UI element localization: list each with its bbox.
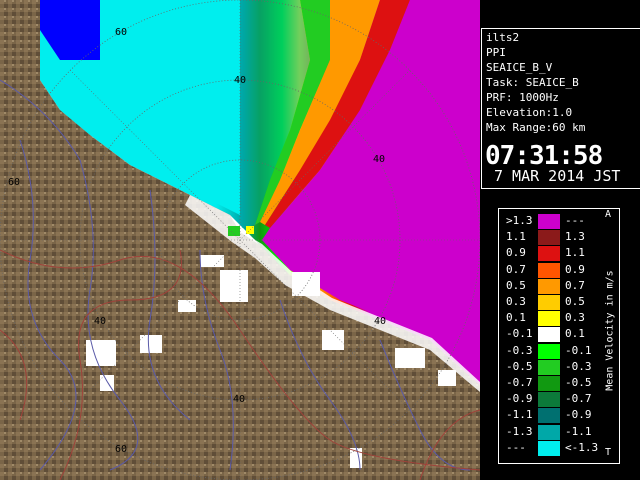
max-range-value: Max Range:60 km [486, 121, 586, 134]
legend-row: -1.1 -0.9 [499, 407, 603, 424]
elevation-value: Elevation:1.0 [486, 106, 573, 119]
legend-unit: Mean Velocity in m/s [602, 215, 616, 457]
legend-swatch [538, 214, 560, 229]
legend-low-value: 0.5 [506, 278, 526, 292]
legend-low-value: -0.5 [506, 359, 533, 373]
legend-low-value: -0.7 [506, 376, 533, 389]
legend-row: -0.9 -0.7 [499, 391, 603, 408]
legend-swatch [538, 408, 560, 424]
ring-label: 40 [373, 154, 385, 165]
legend-swatch [538, 392, 560, 408]
legend-row: 1.1 1.3 [499, 229, 603, 246]
legend-low-value: 0.3 [506, 295, 526, 308]
prf-value: PRF: 1000Hz [486, 91, 559, 104]
legend-swatch [538, 327, 560, 343]
legend-high-value: -0.9 [565, 408, 592, 422]
legend-high-value: -0.1 [565, 343, 592, 357]
site-name: ilts2 [486, 31, 520, 44]
legend-swatch [538, 424, 560, 440]
legend-row: --- <-1.3 [499, 440, 603, 456]
legend-low-value: -0.9 [506, 392, 533, 406]
scan-time: 07:31:58 [485, 141, 603, 171]
legend-swatch [538, 246, 560, 262]
legend-low-value: 0.9 [506, 246, 526, 260]
legend-swatch [538, 440, 560, 456]
ring-label: 60 [115, 27, 127, 38]
legend-high-value: --- [565, 214, 585, 227]
legend-low-value: -0.1 [506, 327, 533, 341]
radar-canvas: 60 40 40 40 40 40 60 60 [0, 0, 480, 480]
legend-high-value: 0.1 [565, 327, 585, 341]
legend-low-value: 0.7 [506, 262, 526, 276]
legend-swatch [538, 262, 560, 278]
ring-label: 60 [115, 444, 127, 455]
legend-high-value: <-1.3 [565, 440, 599, 454]
ring-label: 40 [233, 394, 245, 405]
legend-low-value: 0.1 [506, 311, 526, 325]
legend-high-value: 0.3 [565, 311, 585, 325]
legend-row: -0.3 -0.1 [499, 343, 603, 359]
legend-high-value: -0.7 [565, 392, 592, 406]
legend-high-value: -0.5 [565, 376, 592, 389]
legend-swatch [538, 278, 560, 294]
legend-high-value: 0.9 [565, 262, 585, 276]
product-type: PPI [486, 46, 506, 59]
legend-row: -0.1 0.1 [499, 326, 603, 343]
legend-low-value: -0.3 [506, 343, 533, 357]
legend-low-value: --- [506, 440, 526, 454]
legend-row: >1.3 --- [499, 213, 603, 229]
legend-swatch [538, 230, 560, 246]
legend-low-value: >1.3 [506, 214, 533, 227]
field-name: SEAICE_B_V [486, 61, 553, 74]
legend-high-value: 0.7 [565, 278, 585, 292]
legend-unit-label: Mean Velocity in m/s [604, 270, 616, 391]
legend-high-value: 0.5 [565, 295, 585, 308]
ring-label: 40 [234, 75, 246, 86]
legend-row: -0.7 -0.5 [499, 375, 603, 391]
legend-swatch [538, 376, 560, 391]
ring-label: 40 [374, 316, 386, 327]
radar-ppi-display[interactable]: 60 40 40 40 40 40 60 60 [0, 0, 480, 480]
legend-row: -0.5 -0.3 [499, 359, 603, 375]
scan-info-panel: ilts2 PPI SEAICE_B_V Task: SEAICE_B PRF:… [481, 28, 640, 189]
legend-row: -1.3 -1.1 [499, 424, 603, 440]
legend-swatch [538, 311, 560, 327]
legend-row: 0.9 1.1 [499, 245, 603, 262]
legend-swatch [538, 359, 560, 375]
legend-high-value: 1.1 [565, 246, 585, 260]
legend-row: 0.1 0.3 [499, 310, 603, 327]
ring-label: 60 [8, 177, 20, 188]
task-name: Task: SEAICE_B [486, 76, 579, 89]
legend-high-value: -1.1 [565, 424, 592, 438]
legend-swatch [538, 343, 560, 359]
scan-date: 7 MAR 2014 JST [494, 167, 621, 185]
velocity-color-legend: >1.3 --- 1.1 1.3 0.9 1.1 0.7 0.9 0.5 0.7 0.3 0.5 0.1… [498, 208, 620, 464]
legend-low-value: -1.1 [506, 408, 533, 422]
legend-swatch [538, 295, 560, 310]
legend-high-value: -0.3 [565, 359, 592, 373]
legend-low-value: 1.1 [506, 230, 526, 244]
legend-row: 0.7 0.9 [499, 262, 603, 278]
legend-row: 0.5 0.7 [499, 278, 603, 294]
legend-high-value: 1.3 [565, 230, 585, 244]
ring-label: 40 [94, 316, 106, 327]
legend-row: 0.3 0.5 [499, 294, 603, 310]
legend-low-value: -1.3 [506, 424, 533, 438]
